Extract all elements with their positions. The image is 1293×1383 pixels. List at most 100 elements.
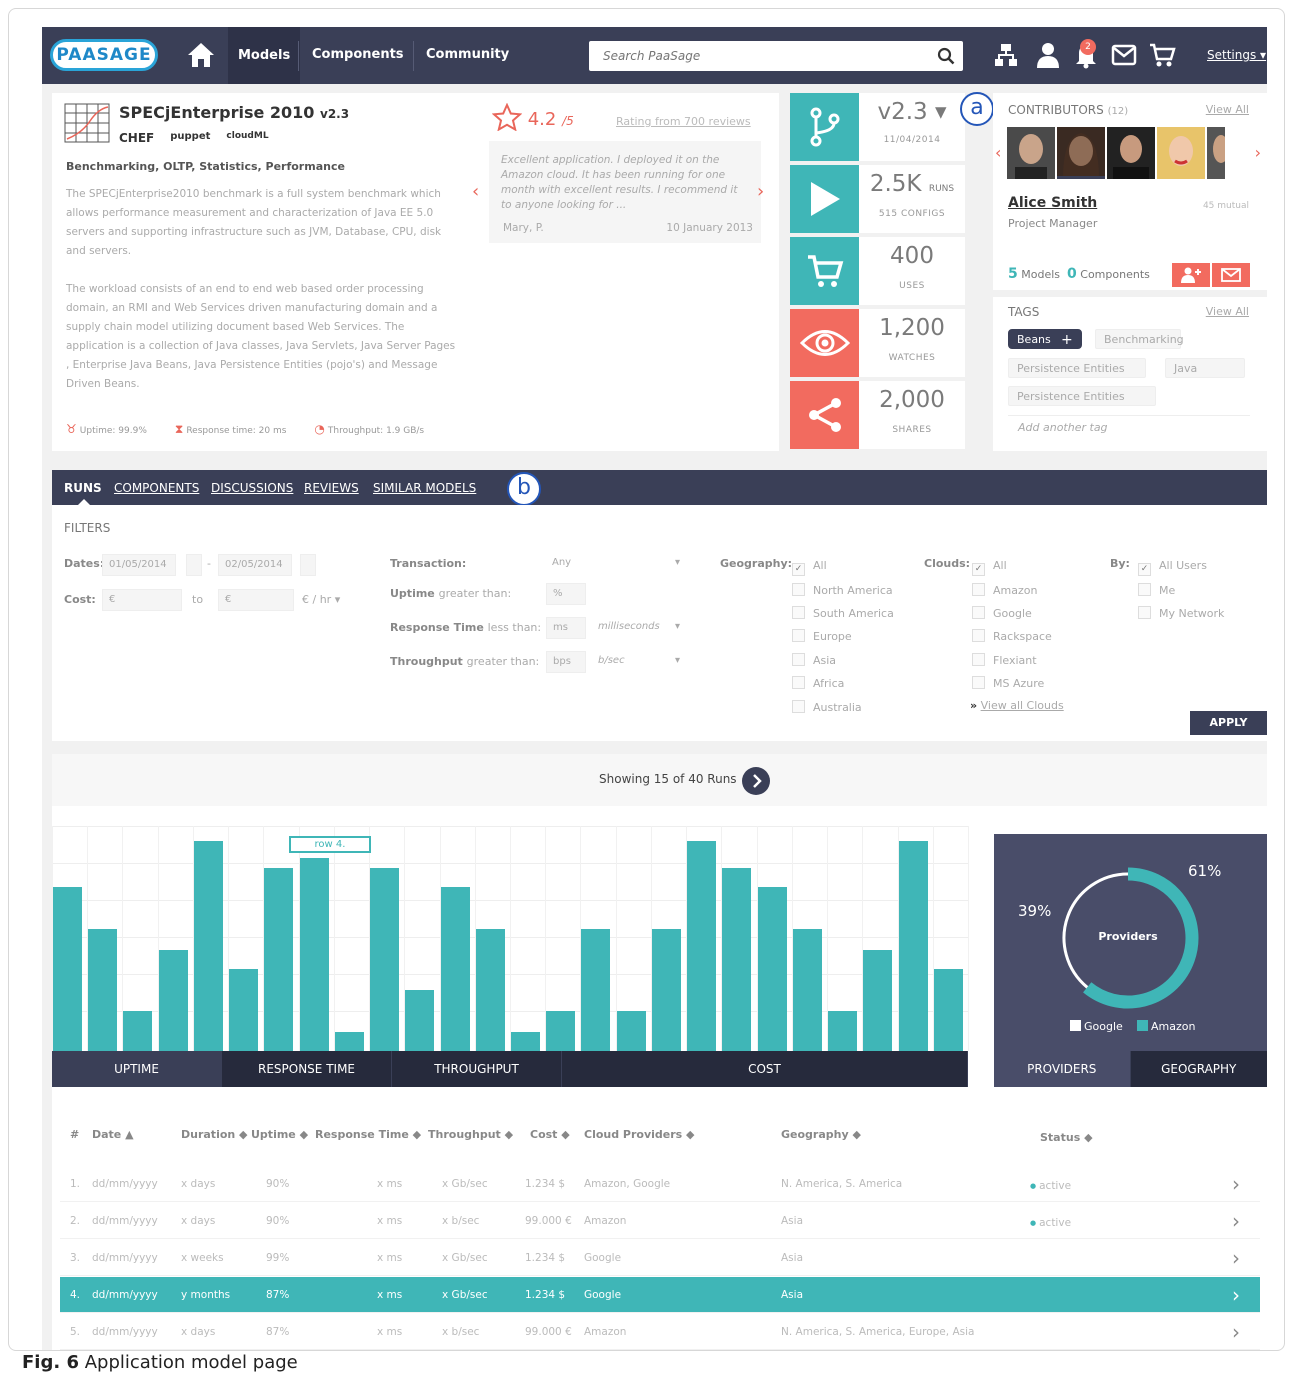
cost-unit-select[interactable]: € / hr ▾: [302, 593, 340, 606]
cloud-google-checkbox[interactable]: Google: [972, 606, 1032, 620]
cloud-amazon-checkbox[interactable]: Amazon: [972, 583, 1037, 597]
chart-bar[interactable]: [88, 929, 117, 1051]
nav-models[interactable]: Models: [228, 27, 301, 84]
search-icon[interactable]: [937, 47, 955, 65]
play-icon-box[interactable]: [790, 165, 859, 233]
column-header-cost[interactable]: Cost ◆: [530, 1128, 570, 1141]
plus-icon[interactable]: +: [1061, 330, 1073, 350]
throughput-unit-select[interactable]: b/sec ▾: [592, 651, 684, 673]
chart-bar[interactable]: [863, 950, 892, 1051]
view-all-clouds[interactable]: » View all Clouds: [970, 699, 1064, 712]
message-contributor-button[interactable]: [1212, 263, 1250, 287]
cloud-rackspace-checkbox[interactable]: Rackspace: [972, 629, 1052, 643]
next-page-button[interactable]: [742, 767, 770, 795]
date-to-field[interactable]: 02/05/2014: [218, 554, 292, 576]
column-header-uptime[interactable]: Uptime ◆: [251, 1128, 308, 1141]
column-header-response-time[interactable]: Response Time ◆: [315, 1128, 421, 1141]
column-header-cloud-providers[interactable]: Cloud Providers ◆: [584, 1128, 695, 1141]
share-icon-box[interactable]: [790, 381, 859, 449]
chevron-right-icon[interactable]: ›: [1232, 1209, 1240, 1233]
contributors-view-all[interactable]: View All: [1206, 103, 1249, 116]
cost-from-field[interactable]: €: [102, 589, 182, 611]
chart-bar[interactable]: [123, 1011, 152, 1051]
add-tag-input[interactable]: Add another tag: [1008, 415, 1250, 439]
geo-asia-checkbox[interactable]: Asia: [792, 653, 836, 667]
tab-discussions[interactable]: DISCUSSIONS: [211, 481, 293, 495]
by-me-checkbox[interactable]: Me: [1138, 583, 1175, 597]
table-row[interactable]: 4. dd/mm/yyyy y months 87% x ms x Gb/sec 1.234…: [60, 1277, 1260, 1313]
branch-icon-box[interactable]: [790, 93, 859, 161]
prev-review-arrow[interactable]: ‹: [472, 181, 479, 202]
avatar[interactable]: [1157, 127, 1205, 179]
next-contributor-arrow[interactable]: ›: [1255, 143, 1261, 162]
tags-view-all[interactable]: View All: [1206, 305, 1249, 318]
column-header-throughput[interactable]: Throughput ◆: [428, 1128, 513, 1141]
geo-south-america-checkbox[interactable]: South America: [792, 606, 894, 620]
geo-all-checkbox[interactable]: All: [792, 559, 827, 576]
throughput-field[interactable]: bps: [546, 651, 586, 673]
avatar[interactable]: [1007, 127, 1055, 179]
tag-persistence-entities[interactable]: Persistence Entities: [1008, 358, 1146, 378]
nav-components[interactable]: Components: [312, 47, 404, 62]
cloud-flexiant-checkbox[interactable]: Flexiant: [972, 653, 1037, 667]
chart-bar[interactable]: [546, 1011, 575, 1051]
table-row[interactable]: 1. dd/mm/yyyy x days 90% x ms x Gb/sec 1.234 $…: [60, 1166, 1260, 1202]
chart-bar[interactable]: [159, 950, 188, 1051]
cloud-ms-azure-checkbox[interactable]: MS Azure: [972, 676, 1044, 690]
chart-bar[interactable]: [793, 929, 822, 1051]
chart-tab-uptime[interactable]: UPTIME: [52, 1051, 222, 1087]
contributor-name[interactable]: Alice Smith: [1008, 195, 1097, 211]
chevron-right-icon[interactable]: ›: [1232, 1246, 1240, 1270]
column-header-status[interactable]: Status ◆: [1040, 1131, 1093, 1144]
by-all-users-checkbox[interactable]: All Users: [1138, 559, 1207, 576]
column-header-date[interactable]: Date ▲: [92, 1128, 134, 1141]
next-review-arrow[interactable]: ›: [757, 181, 764, 202]
table-row[interactable]: 2. dd/mm/yyyy x days 90% x ms x b/sec 99.000 €…: [60, 1203, 1260, 1239]
components-label[interactable]: Components: [1080, 268, 1150, 281]
search-input[interactable]: [589, 41, 919, 71]
chart-bar[interactable]: [758, 887, 787, 1051]
chevron-right-icon[interactable]: ›: [1232, 1283, 1240, 1307]
tag-beans[interactable]: Beans +: [1008, 329, 1082, 349]
chart-bar[interactable]: [335, 1032, 364, 1051]
table-row[interactable]: 5. dd/mm/yyyy x days 87% x ms x b/sec 99.000 €…: [60, 1314, 1260, 1350]
response-field[interactable]: ms: [546, 617, 586, 639]
geo-africa-checkbox[interactable]: Africa: [792, 676, 844, 690]
chart-bar[interactable]: [229, 969, 258, 1051]
chart-bar[interactable]: [194, 841, 223, 1051]
chart-tab-throughput[interactable]: THROUGHPUT: [392, 1051, 562, 1087]
tab-similar-models[interactable]: SIMILAR MODELS: [373, 481, 476, 495]
chart-bar[interactable]: [476, 929, 505, 1051]
eye-icon-box[interactable]: [790, 309, 859, 377]
user-icon[interactable]: [1034, 41, 1062, 69]
chevron-right-icon[interactable]: ›: [1232, 1172, 1240, 1196]
chart-bar[interactable]: [441, 887, 470, 1051]
geo-north-america-checkbox[interactable]: North America: [792, 583, 893, 597]
donut-tab-geography[interactable]: GEOGRAPHY: [1130, 1051, 1267, 1087]
view-all-clouds-link[interactable]: View all Clouds: [981, 699, 1064, 712]
response-unit-select[interactable]: milliseconds ▾: [592, 617, 684, 639]
transaction-select[interactable]: Any ▾: [546, 553, 684, 575]
table-row[interactable]: 3. dd/mm/yyyy x weeks 99% x ms x Gb/sec 1.234 …: [60, 1240, 1260, 1276]
chart-bar[interactable]: [934, 969, 963, 1051]
chart-bar[interactable]: [652, 929, 681, 1051]
date-from-field[interactable]: 01/05/2014: [102, 554, 176, 576]
calendar-from-icon[interactable]: [186, 554, 202, 576]
uptime-field[interactable]: %: [546, 583, 586, 605]
avatar[interactable]: [1207, 127, 1225, 179]
version-value[interactable]: v2.3 ▾: [859, 99, 965, 125]
chart-bar[interactable]: [370, 868, 399, 1051]
settings-menu[interactable]: Settings ▾: [1207, 48, 1266, 62]
chart-tab-response-time[interactable]: RESPONSE TIME: [222, 1051, 392, 1087]
cart-icon[interactable]: [1148, 41, 1176, 69]
tag-java[interactable]: Java: [1165, 358, 1245, 378]
donut-tab-providers[interactable]: PROVIDERS: [994, 1051, 1131, 1087]
chart-bar[interactable]: [899, 841, 928, 1051]
by-my-network-checkbox[interactable]: My Network: [1138, 606, 1224, 620]
tab-reviews[interactable]: REVIEWS: [304, 481, 359, 495]
add-contributor-button[interactable]: [1172, 263, 1210, 287]
prev-contributor-arrow[interactable]: ‹: [995, 143, 1001, 162]
chart-bar[interactable]: [687, 841, 716, 1051]
cloud-all-checkbox[interactable]: All: [972, 559, 1007, 576]
column-header-geography[interactable]: Geography ◆: [781, 1128, 861, 1141]
